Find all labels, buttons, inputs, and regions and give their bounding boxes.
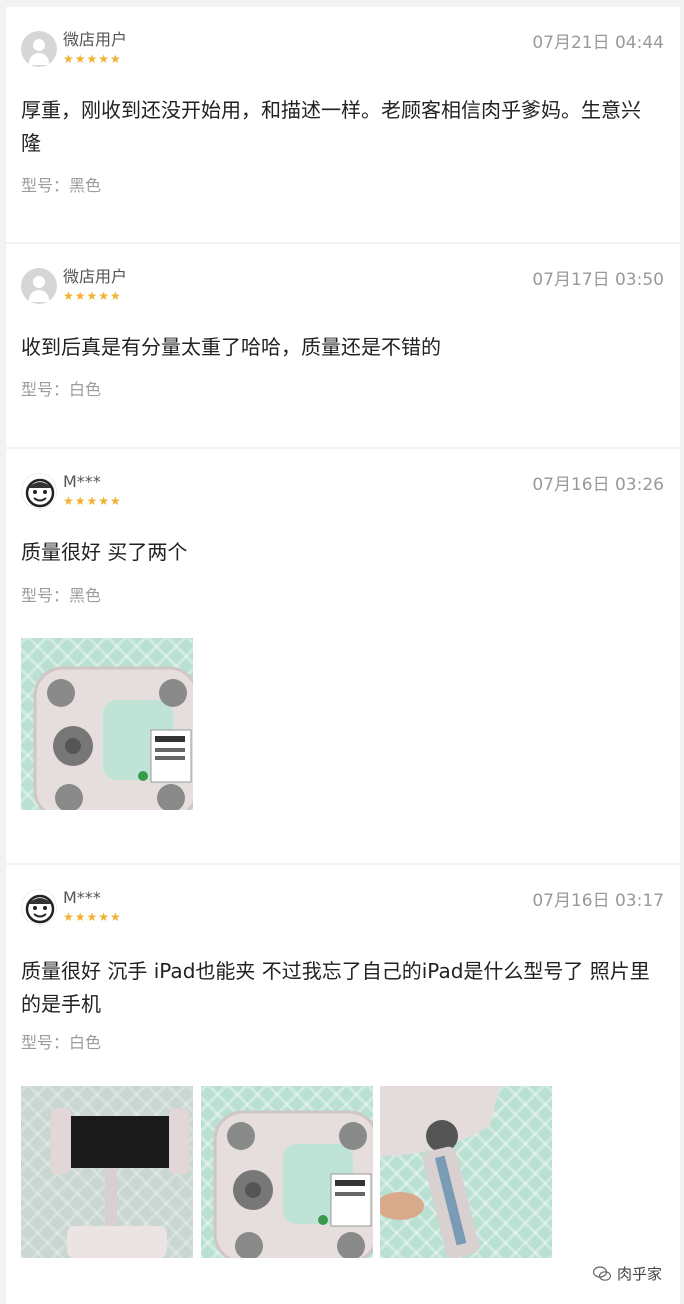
user-avatar[interactable]	[21, 889, 57, 925]
watermark-text: 肉乎家	[616, 1265, 662, 1283]
review-date: 07月16日 03:17	[532, 891, 664, 911]
watermark: 肉乎家	[592, 1264, 662, 1284]
review-card: M*** ★★★★★ 07月16日 03:26 质量很好 买了两个 型号：黑色	[6, 449, 680, 863]
star-rating: ★★★★★	[63, 494, 122, 508]
username: M***	[63, 472, 101, 491]
star-rating: ★★★★★	[63, 910, 122, 924]
review-text: 厚重，刚收到还没开始用，和描述一样。老顾客相信肉乎爹妈。生意兴隆	[21, 98, 641, 155]
review-photo[interactable]	[201, 1086, 373, 1258]
user-avatar[interactable]	[21, 268, 57, 304]
cartoon-face-icon	[25, 478, 55, 508]
stand-base-image	[213, 1110, 373, 1258]
stand-base-image	[33, 666, 193, 810]
review-photo[interactable]	[380, 1086, 552, 1258]
star-rating: ★★★★★	[63, 289, 122, 303]
review-card: 微店用户 ★★★★★ 07月17日 03:50 收到后真是有分量太重了哈哈，质量…	[6, 244, 680, 447]
review-photo[interactable]	[21, 638, 193, 810]
phone-stand-image	[51, 1108, 189, 1258]
review-text: 收到后真是有分量太重了哈哈，质量还是不错的	[21, 335, 441, 359]
review-date: 07月21日 04:44	[532, 33, 664, 53]
review-card: M*** ★★★★★ 07月16日 03:17 质量很好 沉手 iPad也能夹 …	[6, 865, 680, 1304]
review-model: 型号：黑色	[21, 176, 102, 195]
review-text: 质量很好 沉手 iPad也能夹 不过我忘了自己的iPad是什么型号了 照片里的是…	[21, 959, 650, 1016]
review-photo[interactable]	[21, 1086, 193, 1258]
review-date: 07月17日 03:50	[532, 270, 664, 290]
review-card: 微店用户 ★★★★★ 07月21日 04:44 厚重，刚收到还没开始用，和描述一…	[6, 7, 680, 242]
wechat-icon	[592, 1266, 611, 1281]
username: 微店用户	[63, 30, 128, 49]
stand-hinge-image	[380, 1086, 500, 1258]
user-avatar[interactable]	[21, 473, 57, 509]
review-model: 型号：白色	[21, 1033, 102, 1052]
user-avatar[interactable]	[21, 31, 57, 67]
cartoon-face-icon	[25, 894, 55, 924]
star-rating: ★★★★★	[63, 52, 122, 66]
review-model: 型号：白色	[21, 380, 102, 399]
review-model: 型号：黑色	[21, 586, 102, 605]
review-date: 07月16日 03:26	[532, 475, 664, 495]
username: 微店用户	[63, 267, 128, 286]
review-text: 质量很好 买了两个	[21, 540, 188, 564]
username: M***	[63, 888, 101, 907]
